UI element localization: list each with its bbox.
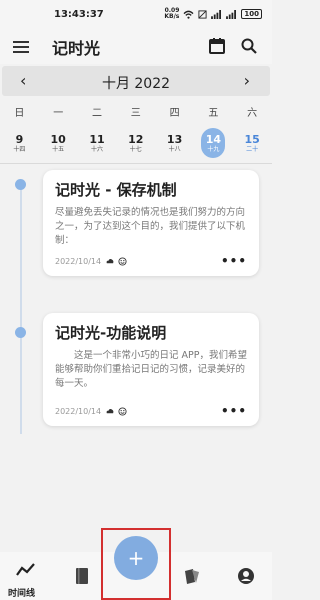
weekday-label: 日 <box>14 108 25 119</box>
date-day: 12 <box>128 132 144 146</box>
date-cell[interactable]: 12 十七 <box>116 128 155 158</box>
month-label: 十月 2022 <box>101 76 171 92</box>
weather-icon <box>106 408 114 413</box>
search-icon[interactable] <box>240 37 258 55</box>
date-cell[interactable]: 9 十四 <box>0 128 39 158</box>
diary-entry-card[interactable]: 记时光 - 保存机制 尽量避免丢失记录的情况也是我们努力的方向之一，为了达到这个… <box>43 170 259 276</box>
signal-2-icon <box>226 9 237 19</box>
date-lunar: 十八 <box>168 145 181 153</box>
date-cell[interactable]: 11 十六 <box>78 128 117 158</box>
add-entry-button[interactable]: + <box>114 536 158 580</box>
nav-profile[interactable] <box>234 564 258 588</box>
date-lunar: 十六 <box>90 145 103 153</box>
calendar-icon[interactable] <box>208 37 226 55</box>
mood-icon <box>118 256 127 266</box>
more-options-button[interactable]: ••• <box>221 254 247 268</box>
nav-tags[interactable] <box>180 564 204 588</box>
nav-timeline-label: 时间线 <box>8 589 36 599</box>
app-title: 记时光 <box>52 39 101 58</box>
profile-icon <box>238 568 254 584</box>
weekday-label: 六 <box>247 108 258 119</box>
net-speed: 0.09 KB/s <box>164 8 179 20</box>
date-day: 10 <box>50 132 66 146</box>
entry-title: 记时光 - 保存机制 <box>55 181 177 199</box>
net-speed-unit: KB/s <box>164 13 180 20</box>
date-day: 14 <box>205 132 222 146</box>
nav-diary[interactable] <box>70 564 94 588</box>
date-lunar: 十九 <box>207 145 220 153</box>
next-month-button[interactable]: › <box>244 71 250 90</box>
mood-icon <box>118 406 127 416</box>
month-selector: ‹ 十月 2022 › <box>2 66 270 96</box>
entry-title: 记时光-功能说明 <box>55 324 167 342</box>
weekday-label: 五 <box>208 108 219 119</box>
weekday-label: 一 <box>53 108 64 119</box>
timeline-chart-icon <box>16 563 35 576</box>
status-icons: 0.09 KB/s 100 <box>164 8 262 20</box>
timeline-dot <box>15 327 26 338</box>
date-day: 15 <box>244 132 260 146</box>
date-lunar: 十五 <box>52 145 65 153</box>
date-lunar: 十四 <box>13 145 26 153</box>
wifi-icon <box>183 10 194 19</box>
cards-icon <box>185 569 199 584</box>
date-lunar: 二十 <box>246 145 259 153</box>
entry-date: 2022/10/14 <box>55 256 102 266</box>
app-bar: 记时光 <box>0 30 272 64</box>
divider <box>0 163 272 164</box>
weekday-label: 二 <box>91 108 102 119</box>
date-day: 9 <box>15 132 24 146</box>
status-bar: 13:43:37 0.09 KB/s 100 <box>0 0 272 30</box>
nav-timeline[interactable] <box>14 558 38 582</box>
status-time: 13:43:37 <box>54 9 104 20</box>
timeline-line <box>20 184 22 434</box>
entry-footer: 2022/10/14 ••• <box>55 254 247 268</box>
entry-footer: 2022/10/14 ••• <box>55 404 247 418</box>
sim-off-icon <box>198 9 207 19</box>
battery-icon: 100 <box>241 9 262 19</box>
date-cell-selected[interactable]: 14 十九 <box>194 128 233 158</box>
date-day: 11 <box>89 132 105 146</box>
weather-icon <box>106 258 114 263</box>
entry-date: 2022/10/14 <box>55 406 102 416</box>
entry-body: 这是一个非常小巧的日记 APP，我们希望能够帮助你们重拾记日记的习惯，记录美好的… <box>55 350 247 389</box>
weekday-label: 四 <box>169 108 180 119</box>
timeline-dot <box>15 179 26 190</box>
date-cell[interactable]: 15 二十 <box>233 128 272 158</box>
date-lunar: 十七 <box>129 145 142 153</box>
signal-icon <box>211 9 222 19</box>
entry-body: 尽量避免丢失记录的情况也是我们努力的方向之一，为了达到这个目的，我们提供了以下机… <box>55 207 246 246</box>
weekday-header: 日 一 二 三 四 五 六 <box>0 104 272 119</box>
date-cell[interactable]: 13 十八 <box>155 128 194 158</box>
diary-entry-card[interactable]: 记时光-功能说明 这是一个非常小巧的日记 APP，我们希望能够帮助你们重拾记日记… <box>43 313 259 426</box>
book-icon <box>76 568 88 584</box>
more-options-button[interactable]: ••• <box>221 404 247 418</box>
menu-icon[interactable] <box>12 38 30 56</box>
week-dates: 9 十四 10 十五 11 十六 12 十七 13 十八 14 十九 15 二十 <box>0 128 272 158</box>
date-cell[interactable]: 10 十五 <box>39 128 78 158</box>
date-day: 13 <box>166 132 183 146</box>
weekday-label: 三 <box>130 108 141 119</box>
